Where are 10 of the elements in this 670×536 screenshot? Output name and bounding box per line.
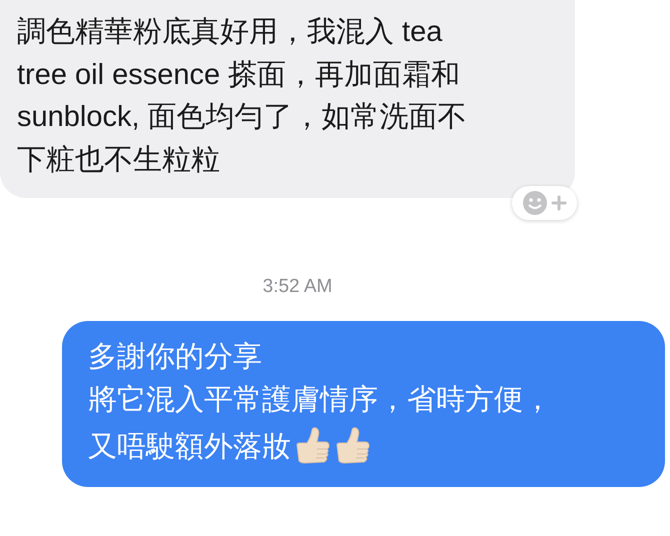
- message-line: tree oil essence 搽面，再加面霜和: [17, 58, 460, 92]
- timestamp: 3:52 AM: [262, 276, 334, 298]
- message-line: 又唔駛額外落妝: [88, 430, 291, 465]
- message-line: 下粧也不生粒粒: [17, 142, 220, 178]
- add-reaction-button[interactable]: [512, 186, 577, 220]
- message-line: 將它混入平常護膚情序，省時方便，: [88, 382, 552, 418]
- message-line: 調色精華粉底真好用，我混入 tea: [17, 15, 442, 50]
- smiley-plus-icon: [522, 190, 568, 216]
- message-line: sunblock, 面色均勻了，如常洗面不: [17, 100, 467, 135]
- message-line: 多謝你的分享: [88, 340, 262, 375]
